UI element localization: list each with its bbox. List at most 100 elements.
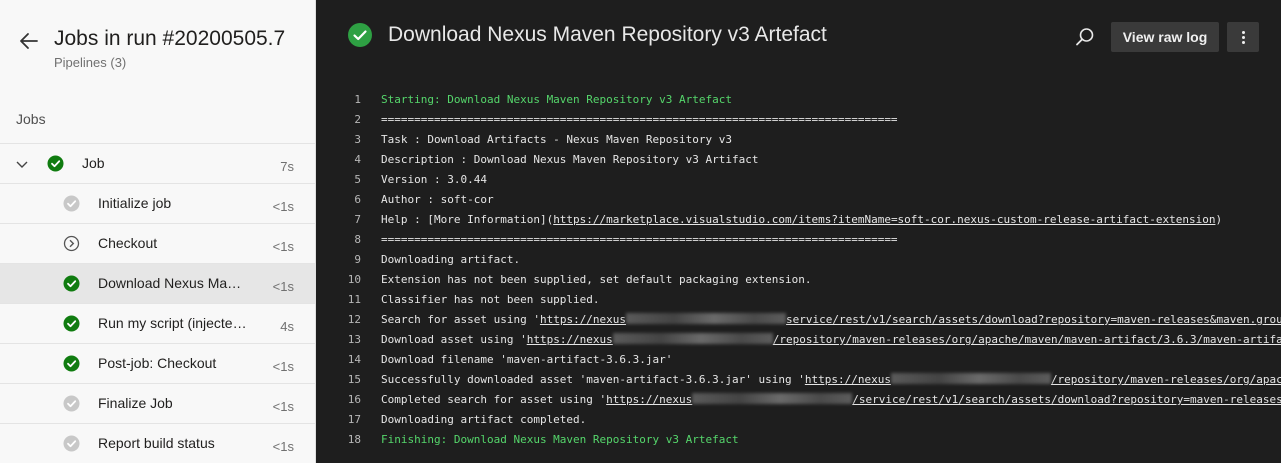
log-text: ========================================… bbox=[381, 113, 898, 126]
log-line-number: 16 bbox=[347, 393, 361, 406]
log-line: 16 Completed search for asset using 'http… bbox=[316, 390, 1281, 410]
log-link[interactable]: https://marketplace.visualstudio.com/ite… bbox=[553, 213, 1215, 226]
log-text: ) bbox=[1215, 213, 1223, 226]
log-line-text: Successfully downloaded asset 'maven-art… bbox=[381, 370, 1281, 390]
step-name: Report build status bbox=[98, 435, 215, 451]
step-duration: 4s bbox=[280, 319, 294, 334]
pending-icon bbox=[63, 235, 80, 252]
step-title: Download Nexus Maven Repository v3 Artef… bbox=[388, 23, 827, 46]
log-line-number: 12 bbox=[347, 313, 361, 326]
log-line-number: 2 bbox=[354, 113, 361, 126]
log-text: Extension has not been supplied, set def… bbox=[381, 273, 812, 286]
log-text: Successfully downloaded asset 'maven-art… bbox=[381, 373, 805, 386]
skipped-icon bbox=[63, 395, 80, 412]
step-name: Finalize Job bbox=[98, 395, 173, 411]
log-line-text: Finishing: Download Nexus Maven Reposito… bbox=[381, 430, 739, 450]
job-row[interactable]: Job 7s bbox=[0, 143, 315, 183]
log-line-number: 9 bbox=[354, 253, 361, 266]
arrow-left-icon[interactable] bbox=[16, 28, 42, 54]
log-line-text: Starting: Download Nexus Maven Repositor… bbox=[381, 90, 732, 110]
job-list: Job 7s Initialize job <1s Checkout <1s Downl… bbox=[0, 143, 315, 463]
log-line-text: Help : [More Information](https://market… bbox=[381, 210, 1222, 230]
log-link[interactable]: https://nexus bbox=[540, 313, 626, 326]
step-name: Post-job: Checkout bbox=[98, 355, 217, 371]
log-line: 9 Downloading artifact. bbox=[316, 250, 1281, 270]
success-icon bbox=[47, 155, 64, 172]
log-line: 2 =======================================… bbox=[316, 110, 1281, 130]
log-line: 1 Starting: Download Nexus Maven Reposito… bbox=[316, 90, 1281, 110]
more-vertical-icon[interactable] bbox=[1227, 22, 1259, 52]
step-row[interactable]: Report build status <1s bbox=[0, 423, 315, 463]
log-line-number: 8 bbox=[354, 233, 361, 246]
log-line-number: 5 bbox=[354, 173, 361, 186]
log-line: 10 Extension has not been supplied, set d… bbox=[316, 270, 1281, 290]
step-row[interactable]: Run my script (injected task) 4s bbox=[0, 303, 315, 343]
step-row[interactable]: Finalize Job <1s bbox=[0, 383, 315, 423]
log-line: 13 Download asset using 'https://nexus/re… bbox=[316, 330, 1281, 350]
log-text: Download asset using ' bbox=[381, 333, 527, 346]
log-line-number: 11 bbox=[347, 293, 361, 306]
log-output: 1 Starting: Download Nexus Maven Reposito… bbox=[316, 90, 1281, 450]
step-duration: <1s bbox=[272, 279, 294, 294]
log-line-number: 7 bbox=[354, 213, 361, 226]
step-row[interactable]: Download Nexus Maven Repository v3 Artef… bbox=[0, 263, 315, 303]
log-line: 6 Author : soft-cor bbox=[316, 190, 1281, 210]
log-text: Downloading artifact. bbox=[381, 253, 521, 266]
step-name: Initialize job bbox=[98, 195, 172, 211]
log-line: 15 Successfully downloaded asset 'maven-a… bbox=[316, 370, 1281, 390]
skipped-icon bbox=[63, 195, 80, 212]
log-line: 5 Version : 3.0.44 bbox=[316, 170, 1281, 190]
step-row[interactable]: Post-job: Checkout <1s bbox=[0, 343, 315, 383]
step-duration: <1s bbox=[272, 399, 294, 414]
log-text: Completed search for asset using ' bbox=[381, 393, 607, 406]
step-row[interactable]: Initialize job <1s bbox=[0, 183, 315, 223]
log-line-text: Extension has not been supplied, set def… bbox=[381, 270, 811, 290]
search-icon[interactable] bbox=[1074, 26, 1096, 48]
skipped-icon bbox=[63, 435, 80, 452]
chevron-down-icon[interactable] bbox=[14, 156, 30, 172]
log-line: 17 Downloading artifact completed. bbox=[316, 410, 1281, 430]
step-row[interactable]: Checkout <1s bbox=[0, 223, 315, 263]
redacted-host bbox=[890, 373, 1051, 384]
log-text: ========================================… bbox=[381, 233, 898, 246]
step-duration: <1s bbox=[272, 239, 294, 254]
log-panel: Download Nexus Maven Repository v3 Artef… bbox=[316, 0, 1281, 463]
log-line-number: 3 bbox=[354, 133, 361, 146]
log-line-text: Classifier has not been supplied. bbox=[381, 290, 600, 310]
log-link[interactable]: https://nexus bbox=[606, 393, 692, 406]
log-line-text: Author : soft-cor bbox=[381, 190, 494, 210]
log-line-number: 1 bbox=[354, 93, 361, 106]
success-icon bbox=[63, 315, 80, 332]
log-link[interactable]: service/rest/v1/search/assets/download?r… bbox=[786, 313, 1281, 326]
jobs-section-label: Jobs bbox=[16, 111, 46, 127]
job-name: Job bbox=[82, 155, 105, 171]
log-link[interactable]: /repository/maven-releases/org/apache/ma… bbox=[773, 333, 1281, 346]
log-link[interactable]: https://nexus bbox=[527, 333, 613, 346]
log-line-text: Downloading artifact. bbox=[381, 250, 520, 270]
jobs-panel: Jobs in run #20200505.7 Pipelines (3) Jo… bbox=[0, 0, 316, 463]
step-name: Checkout bbox=[98, 235, 158, 251]
log-line: 3 Task : Download Artifacts - Nexus Maven… bbox=[316, 130, 1281, 150]
log-text: Search for asset using ' bbox=[381, 313, 540, 326]
success-icon bbox=[63, 355, 80, 372]
log-line-text: Description : Download Nexus Maven Repos… bbox=[381, 150, 759, 170]
log-line-number: 18 bbox=[347, 433, 361, 446]
log-link[interactable]: /service/rest/v1/search/assets/download?… bbox=[852, 393, 1281, 406]
view-raw-log-button[interactable]: View raw log bbox=[1111, 22, 1219, 52]
log-line-number: 10 bbox=[347, 273, 361, 286]
log-line-number: 14 bbox=[347, 353, 361, 366]
log-line: 7 Help : [More Information](https://marke… bbox=[316, 210, 1281, 230]
log-text: Task : Download Artifacts - Nexus Maven … bbox=[381, 133, 732, 146]
log-line-number: 17 bbox=[347, 413, 361, 426]
log-line-number: 6 bbox=[354, 193, 361, 206]
log-line-text: Task : Download Artifacts - Nexus Maven … bbox=[381, 130, 732, 150]
log-link[interactable]: https://nexus bbox=[805, 373, 891, 386]
log-text: Description : Download Nexus Maven Repos… bbox=[381, 153, 759, 166]
log-line-text: Search for asset using 'https://nexus ser… bbox=[381, 310, 1281, 330]
redacted-host bbox=[692, 393, 853, 404]
log-line: 8 =======================================… bbox=[316, 230, 1281, 250]
log-text: Starting: Download Nexus Maven Repositor… bbox=[381, 93, 732, 106]
log-text: Author : soft-cor bbox=[381, 193, 494, 206]
redacted-host bbox=[626, 313, 787, 324]
log-link[interactable]: /repository/maven-releases/org/apache/ma… bbox=[1051, 373, 1281, 386]
